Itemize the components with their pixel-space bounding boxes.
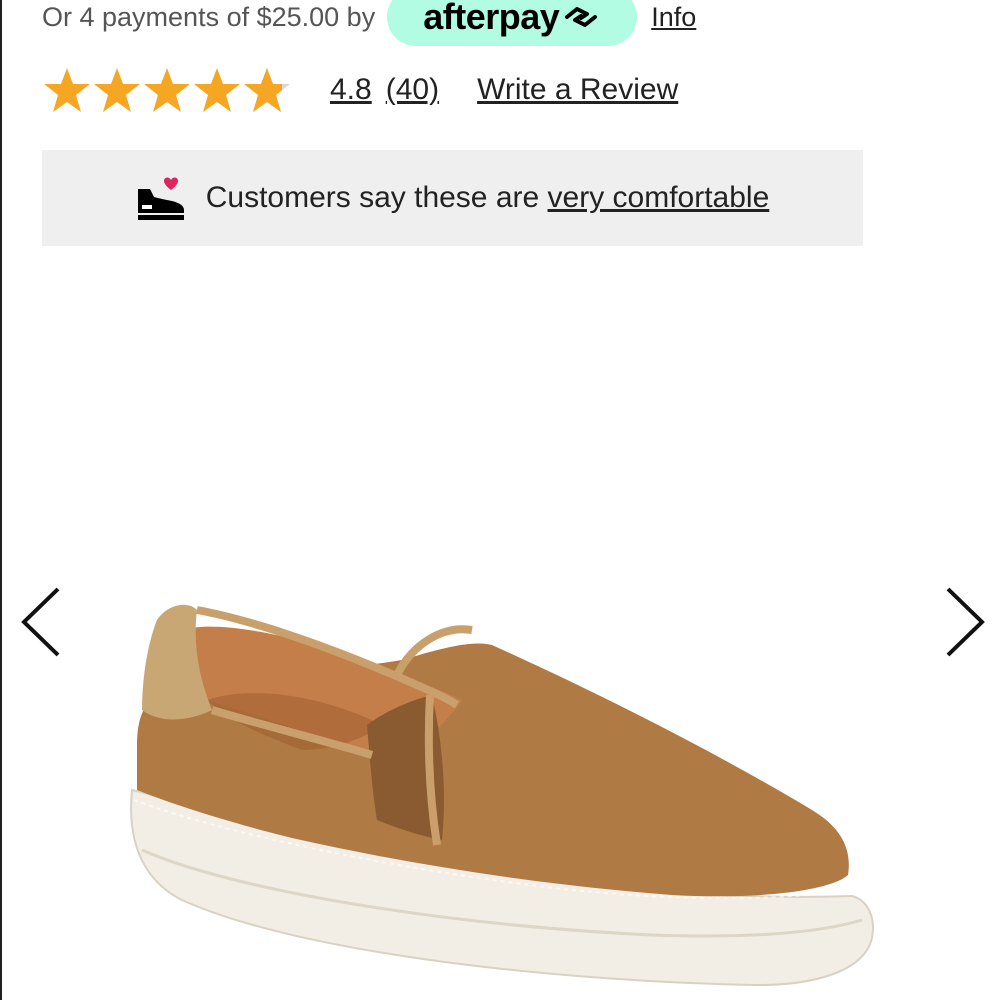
- afterpay-row: Or 4 payments of $25.00 by afterpay Info: [42, 0, 696, 46]
- star-rating[interactable]: [42, 66, 292, 114]
- star-icon: [94, 68, 140, 112]
- review-count[interactable]: (40): [386, 73, 439, 107]
- write-review-link[interactable]: Write a Review: [477, 73, 678, 107]
- star-icon: [194, 68, 240, 112]
- shoe-heart-icon: [137, 177, 184, 220]
- product-image-carousel[interactable]: [2, 260, 1000, 1000]
- product-image-shoe: [130, 604, 874, 987]
- installment-text: Or 4 payments of $25.00 by: [42, 1, 376, 32]
- comfort-link[interactable]: very comfortable: [548, 181, 770, 214]
- star-icon: [144, 68, 190, 112]
- afterpay-info-link[interactable]: Info: [651, 2, 696, 33]
- afterpay-logo-text: afterpay: [423, 0, 560, 37]
- product-page: Or 4 payments of $25.00 by afterpay Info: [0, 0, 1000, 1000]
- star-icon: [44, 68, 90, 112]
- comfort-prefix: Customers say these are: [205, 181, 548, 214]
- chevron-right-icon[interactable]: [944, 586, 986, 658]
- afterpay-badge[interactable]: afterpay: [387, 0, 638, 46]
- chevron-left-icon[interactable]: [20, 586, 62, 658]
- comfort-message: Customers say these are very comfortable: [206, 181, 770, 215]
- rating-row: 4.8 (40) Write a Review: [42, 64, 678, 116]
- partial-star-icon: [244, 68, 290, 112]
- comfort-banner: Customers say these are very comfortable: [42, 150, 863, 246]
- afterpay-arrows-icon: [565, 7, 598, 27]
- rating-value[interactable]: 4.8: [330, 73, 372, 107]
